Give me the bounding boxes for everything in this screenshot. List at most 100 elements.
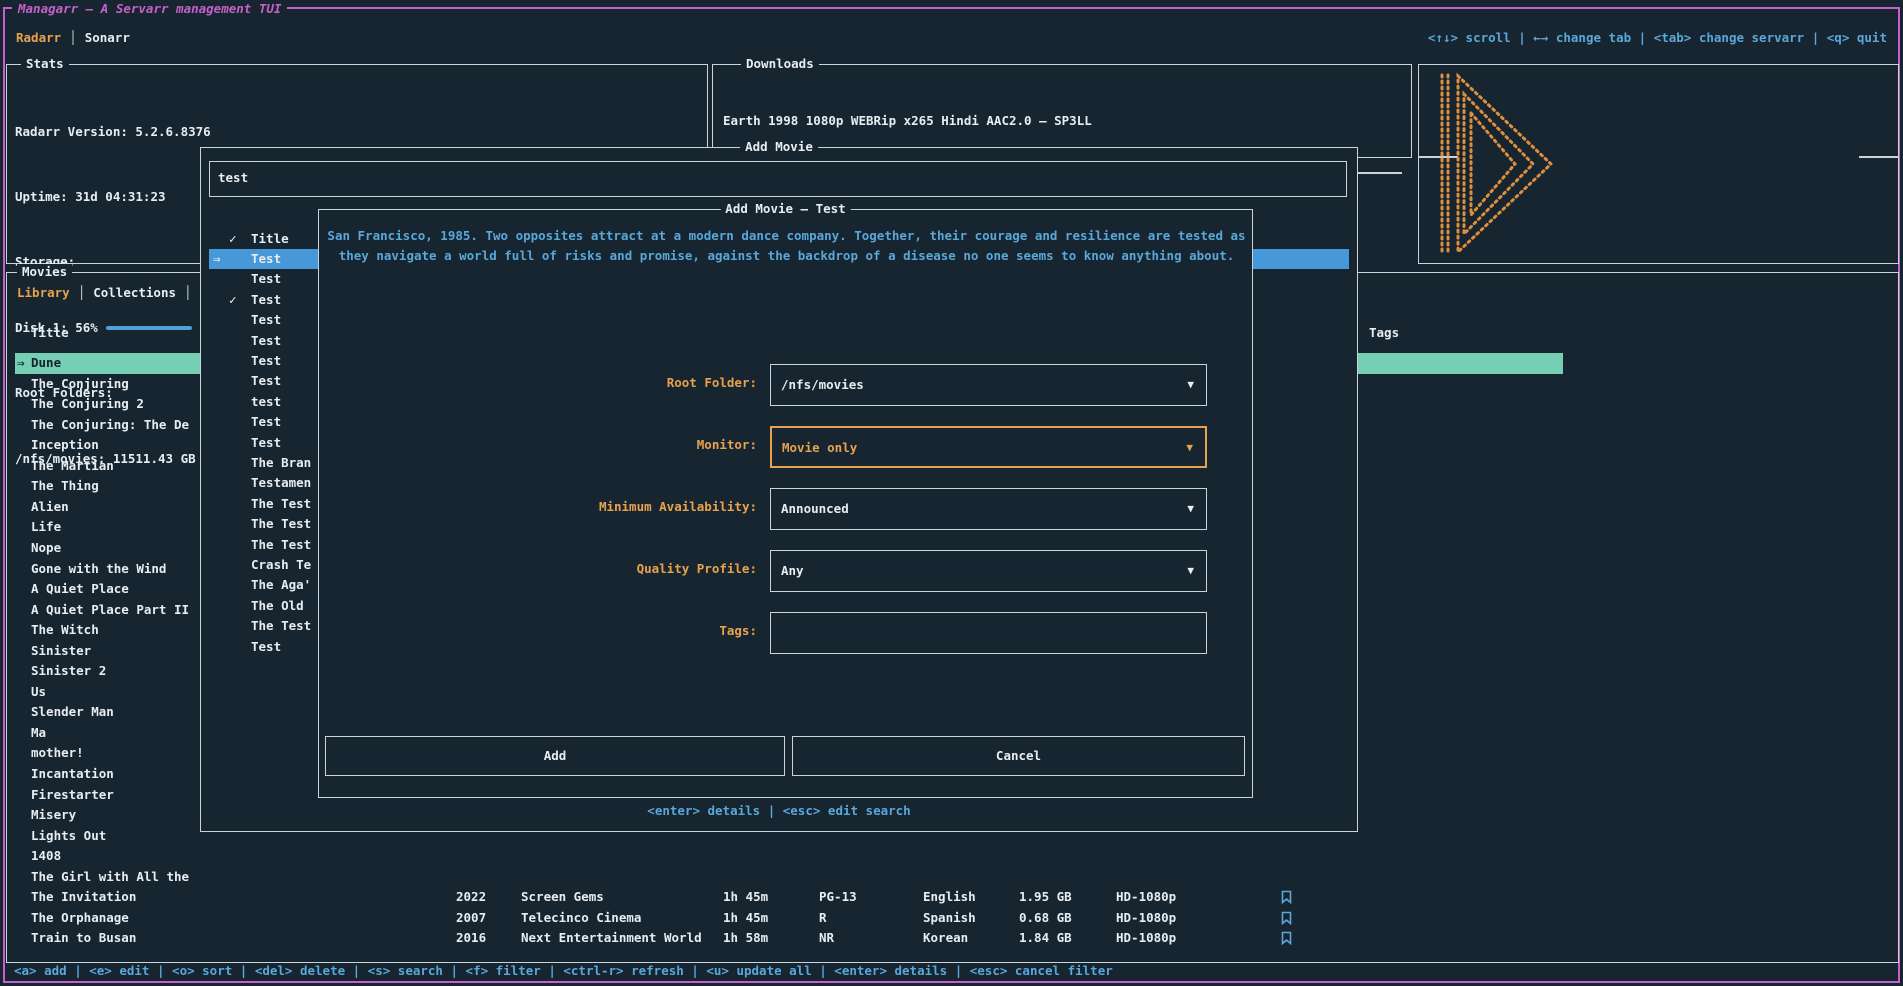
movie-row[interactable]: 1408 [15, 846, 1563, 867]
tab-separator: │ [69, 30, 77, 45]
add-movie-modal-title: Add Movie — Test [720, 201, 850, 217]
movie-title: Gone with the Wind [31, 559, 166, 580]
field-dropdown[interactable]: Announced▼ [770, 488, 1207, 530]
field-value: /nfs/movies [781, 365, 864, 405]
selected-marker-icon: ⇒ [17, 353, 25, 374]
movie-title: Dune [31, 353, 61, 374]
library-tabs: Library│Collections│ [17, 285, 200, 300]
tab-collections[interactable]: Collections [93, 285, 176, 300]
movie-title: Lights Out [31, 826, 106, 847]
result-title: Test [251, 310, 281, 330]
result-title: test [251, 392, 281, 412]
movies-panel-title: Movies [17, 264, 72, 280]
movie-quality: HD-1080p [1116, 887, 1176, 908]
add-movie-popup: Add Movie test ✓ Title ⇒TestTest✓TestTes… [200, 147, 1358, 832]
add-movie-search-input[interactable]: test [209, 161, 1347, 197]
tab-radarr[interactable]: Radarr [16, 30, 61, 45]
movie-title: The Conjuring: The De [31, 415, 189, 436]
movie-overview: San Francisco, 1985. Two opposites attra… [325, 226, 1248, 266]
servarr-tabs: Radarr │ Sonarr [16, 30, 130, 45]
movie-runtime: 1h 45m [723, 887, 768, 908]
keybind-hints-bottom: <a> add | <e> edit | <o> sort | <del> de… [14, 963, 1113, 978]
movie-title: A Quiet Place Part II [31, 600, 189, 621]
dropdown-arrow-icon: ▼ [1186, 428, 1193, 468]
field-label: Monitor: [439, 437, 757, 452]
movie-title: Firestarter [31, 785, 114, 806]
column-header-in-library: ✓ [229, 229, 237, 249]
keybind-hints-top: <↑↓> scroll | ←→ change tab | <tab> chan… [1428, 30, 1887, 45]
movie-year: 2007 [456, 908, 486, 929]
field-label: Quality Profile: [439, 561, 757, 576]
movie-row[interactable]: The Girl with All the [15, 867, 1563, 888]
movie-title: Alien [31, 497, 69, 518]
movie-title: Life [31, 517, 61, 538]
movie-title: Ma [31, 723, 46, 744]
movie-title: Us [31, 682, 46, 703]
search-input-value: test [210, 162, 1346, 194]
field-input[interactable] [770, 612, 1207, 654]
movie-title: Train to Busan [31, 928, 136, 949]
tab-library[interactable]: Library [17, 285, 70, 300]
movie-row[interactable]: The Invitation2022Screen Gems1h 45mPG-13… [15, 887, 1563, 908]
result-title: The Bran [251, 453, 311, 473]
managarr-logo-icon [1437, 70, 1557, 261]
movie-title: Slender Man [31, 702, 114, 723]
add-button[interactable]: Add [325, 736, 785, 776]
movie-title: The Girl with All the [31, 867, 189, 888]
movie-row[interactable]: The Orphanage2007Telecinco Cinema1h 45mR… [15, 908, 1563, 929]
column-header-tags: Tags [1369, 325, 1399, 340]
movie-runtime: 1h 58m [723, 928, 768, 949]
movie-title: Inception [31, 435, 99, 456]
movie-title: Sinister 2 [31, 661, 106, 682]
result-title: The Test [251, 514, 311, 534]
movie-rating: PG-13 [819, 887, 857, 908]
result-title: Test [251, 433, 281, 453]
result-title: Test [251, 269, 281, 289]
dropdown-arrow-icon: ▼ [1187, 551, 1194, 591]
movie-title: Sinister [31, 641, 91, 662]
movie-title: The Orphanage [31, 908, 129, 929]
movie-quality: HD-1080p [1116, 908, 1176, 929]
movie-quality: HD-1080p [1116, 928, 1176, 949]
logo-panel [1418, 64, 1899, 264]
movie-title: The Witch [31, 620, 99, 641]
keybind-hints-popup: <enter> details | <esc> edit search [201, 803, 1357, 818]
result-title: The Old [251, 596, 304, 616]
field-value: Movie only [782, 428, 857, 468]
result-title: Test [251, 290, 281, 310]
tab-sonarr[interactable]: Sonarr [85, 30, 130, 45]
movie-title: A Quiet Place [31, 579, 129, 600]
movie-title: 1408 [31, 846, 61, 867]
downloads-panel-title: Downloads [741, 56, 819, 72]
cancel-button[interactable]: Cancel [792, 736, 1245, 776]
movie-title: The Invitation [31, 887, 136, 908]
result-title: The Aga' [251, 575, 311, 595]
movie-language: Korean [923, 928, 968, 949]
movie-size: 0.68 GB [1019, 908, 1072, 929]
result-title: Test [251, 371, 281, 391]
add-movie-modal: Add Movie — Test San Francisco, 1985. Tw… [318, 209, 1253, 798]
movie-title: The Martian [31, 456, 114, 477]
app-title: Managarr — A Servarr management TUI [12, 0, 287, 17]
movie-studio: Telecinco Cinema [521, 908, 641, 929]
movie-row[interactable]: Train to Busan2016Next Entertainment Wor… [15, 928, 1563, 949]
movie-title: Misery [31, 805, 76, 826]
field-dropdown[interactable]: Any▼ [770, 550, 1207, 592]
dropdown-arrow-icon: ▼ [1187, 489, 1194, 529]
movie-title: Incantation [31, 764, 114, 785]
result-title: Test [251, 249, 281, 269]
selected-marker-icon: ⇒ [213, 249, 221, 269]
result-title: Test [251, 412, 281, 432]
result-title: Crash Te [251, 555, 311, 575]
tab-separator: │ [78, 285, 86, 300]
movie-title: Nope [31, 538, 61, 559]
dropdown-arrow-icon: ▼ [1187, 365, 1194, 405]
field-dropdown[interactable]: Movie only ▼ [770, 426, 1207, 468]
movie-title: mother! [31, 743, 84, 764]
stats-panel-title: Stats [21, 56, 69, 72]
field-dropdown[interactable]: /nfs/movies ▼ [770, 364, 1207, 406]
result-title: Test [251, 331, 281, 351]
movie-year: 2022 [456, 887, 486, 908]
movie-language: English [923, 887, 976, 908]
result-title: The Test [251, 535, 311, 555]
